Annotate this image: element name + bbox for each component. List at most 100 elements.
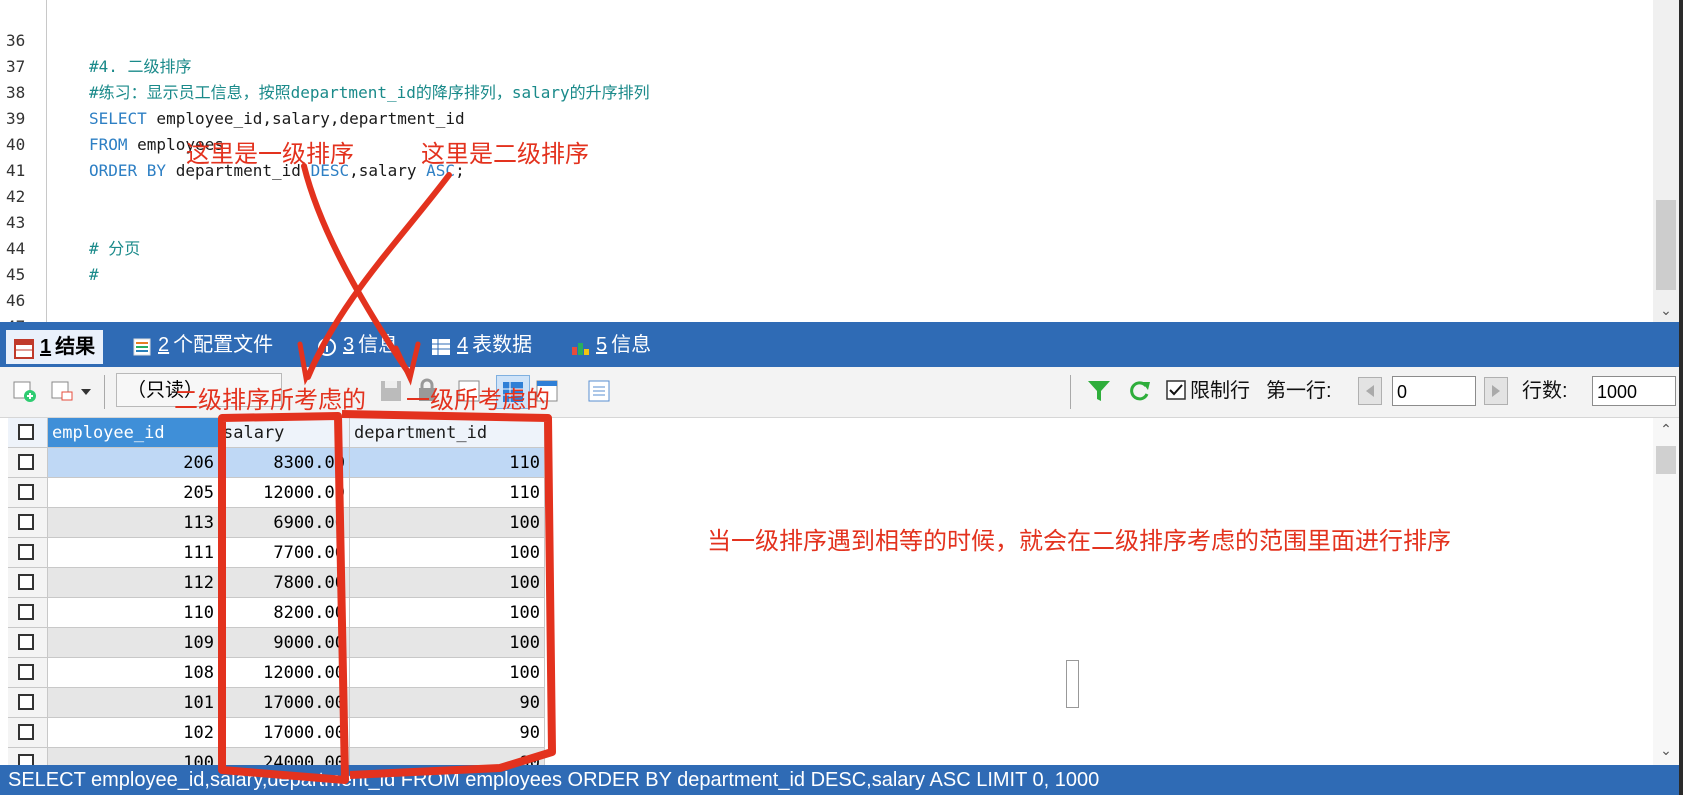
limit-rows-checkbox[interactable] bbox=[1166, 380, 1186, 400]
tab-results[interactable]: 1 结果 bbox=[6, 328, 104, 364]
grid-scrollbar[interactable]: ⌃ ⌄ bbox=[1653, 418, 1679, 765]
table-row[interactable]: 113 6900.00 100 bbox=[0, 508, 545, 538]
column-header-employee-id[interactable]: employee_id bbox=[48, 418, 219, 448]
row-checkbox[interactable] bbox=[18, 754, 34, 765]
code-line-45[interactable]: 45 bbox=[0, 236, 58, 284]
cell-salary[interactable]: 7700.00 bbox=[219, 538, 350, 568]
column-header-department-id[interactable]: department_id bbox=[350, 418, 545, 448]
list-view-icon[interactable] bbox=[586, 378, 612, 404]
cell-employee-id[interactable]: 110 bbox=[48, 598, 219, 628]
cell-employee-id[interactable]: 109 bbox=[48, 628, 219, 658]
code-line-38[interactable]: 38 SELECT employee_id,salary,department_… bbox=[0, 54, 465, 128]
row-checkbox-cell[interactable] bbox=[8, 448, 48, 478]
cell-department-id[interactable]: 90 bbox=[350, 688, 545, 718]
tab-table-data[interactable]: 4 表数据 bbox=[431, 328, 532, 362]
table-row[interactable]: 109 9000.00 100 bbox=[0, 628, 545, 658]
row-checkbox[interactable] bbox=[18, 514, 34, 530]
row-checkbox[interactable] bbox=[18, 724, 34, 740]
row-checkbox-cell[interactable] bbox=[8, 478, 48, 508]
code-line-41[interactable]: 41 bbox=[0, 132, 58, 180]
row-checkbox[interactable] bbox=[18, 544, 34, 560]
row-checkbox[interactable] bbox=[18, 574, 34, 590]
row-checkbox-cell[interactable] bbox=[8, 658, 48, 688]
row-checkbox[interactable] bbox=[18, 454, 34, 470]
cell-employee-id[interactable]: 112 bbox=[48, 568, 219, 598]
row-checkbox[interactable] bbox=[18, 484, 34, 500]
editor-scrollbar[interactable]: ⌄ bbox=[1653, 0, 1679, 322]
row-checkbox-cell[interactable] bbox=[8, 718, 48, 748]
select-all-checkbox[interactable] bbox=[18, 424, 34, 440]
first-row-input[interactable]: 0 bbox=[1392, 376, 1476, 406]
cell-employee-id[interactable]: 205 bbox=[48, 478, 219, 508]
cell-employee-id[interactable]: 206 bbox=[48, 448, 219, 478]
cell-employee-id[interactable]: 102 bbox=[48, 718, 219, 748]
row-checkbox-cell[interactable] bbox=[8, 598, 48, 628]
row-checkbox-cell[interactable] bbox=[8, 538, 48, 568]
chevron-down-icon[interactable]: ⌄ bbox=[1653, 743, 1679, 761]
row-checkbox-cell[interactable] bbox=[8, 628, 48, 658]
row-checkbox[interactable] bbox=[18, 634, 34, 650]
add-row-icon[interactable] bbox=[12, 378, 38, 404]
chevron-down-icon[interactable] bbox=[78, 378, 94, 404]
tab-info[interactable]: 3 信息 bbox=[317, 328, 398, 362]
cell-salary[interactable]: 8300.00 bbox=[219, 448, 350, 478]
cell-employee-id[interactable]: 108 bbox=[48, 658, 219, 688]
table-row[interactable]: 112 7800.00 100 bbox=[0, 568, 545, 598]
row-checkbox-cell[interactable] bbox=[8, 508, 48, 538]
delete-row-icon[interactable] bbox=[50, 378, 76, 404]
cell-employee-id[interactable]: 113 bbox=[48, 508, 219, 538]
cell-salary[interactable]: 24000.00 bbox=[219, 748, 350, 765]
cell-department-id[interactable]: 100 bbox=[350, 508, 545, 538]
code-line-39[interactable]: 39 FROM employees bbox=[0, 80, 224, 154]
grid-scroll-thumb[interactable] bbox=[1656, 446, 1676, 474]
next-page-icon[interactable] bbox=[1484, 377, 1508, 405]
row-checkbox-cell[interactable] bbox=[8, 688, 48, 718]
row-count-input[interactable]: 1000 bbox=[1592, 376, 1676, 406]
table-row[interactable]: 205 12000.00 110 bbox=[0, 478, 545, 508]
editor-scroll-thumb[interactable] bbox=[1656, 200, 1676, 290]
row-checkbox-cell[interactable] bbox=[8, 568, 48, 598]
chevron-down-icon[interactable]: ⌄ bbox=[1653, 302, 1679, 320]
code-line-42[interactable]: 42 bbox=[0, 158, 58, 206]
table-row[interactable]: 206 8300.00 110 bbox=[0, 448, 545, 478]
save-icon[interactable] bbox=[378, 378, 404, 404]
cell-department-id[interactable]: 100 bbox=[350, 658, 545, 688]
cell-salary[interactable]: 12000.00 bbox=[219, 478, 350, 508]
cell-salary[interactable]: 6900.00 bbox=[219, 508, 350, 538]
cell-department-id[interactable]: 110 bbox=[350, 448, 545, 478]
cell-department-id[interactable]: 110 bbox=[350, 478, 545, 508]
row-checkbox-cell[interactable] bbox=[8, 748, 48, 765]
cell-salary[interactable]: 7800.00 bbox=[219, 568, 350, 598]
select-all-cell[interactable] bbox=[8, 418, 48, 448]
row-checkbox[interactable] bbox=[18, 604, 34, 620]
table-row[interactable]: 110 8200.00 100 bbox=[0, 598, 545, 628]
tab-profiles[interactable]: 2 个配置文件 bbox=[132, 328, 273, 362]
table-row[interactable]: 111 7700.00 100 bbox=[0, 538, 545, 568]
code-line-40[interactable]: 40 ORDER BY department_id DESC,salary AS… bbox=[0, 106, 465, 180]
cell-department-id[interactable]: 100 bbox=[350, 568, 545, 598]
cell-department-id[interactable]: 100 bbox=[350, 538, 545, 568]
cell-employee-id[interactable]: 111 bbox=[48, 538, 219, 568]
table-row[interactable]: 102 17000.00 90 bbox=[0, 718, 545, 748]
cell-salary[interactable]: 17000.00 bbox=[219, 718, 350, 748]
table-row[interactable]: 108 12000.00 100 bbox=[0, 658, 545, 688]
cell-department-id[interactable]: 90 bbox=[350, 748, 545, 765]
chevron-up-icon[interactable]: ⌃ bbox=[1653, 422, 1679, 440]
table-row[interactable]: 100 24000.00 90 bbox=[0, 748, 545, 765]
code-line-43[interactable]: 43 # 分页 bbox=[0, 184, 140, 258]
cell-salary[interactable]: 17000.00 bbox=[219, 688, 350, 718]
cell-employee-id[interactable]: 101 bbox=[48, 688, 219, 718]
code-line-44[interactable]: 44 # bbox=[0, 210, 99, 284]
cell-employee-id[interactable]: 100 bbox=[48, 748, 219, 765]
cell-department-id[interactable]: 100 bbox=[350, 598, 545, 628]
code-line-46[interactable]: 46 bbox=[0, 262, 58, 310]
code-line-36[interactable]: 36 #4. 二级排序 bbox=[0, 2, 192, 76]
cell-department-id[interactable]: 100 bbox=[350, 628, 545, 658]
code-line-37[interactable]: 37 #练习：显示员工信息，按照department_id的降序排列，salar… bbox=[0, 28, 650, 102]
refresh-icon[interactable] bbox=[1126, 378, 1152, 404]
row-checkbox[interactable] bbox=[18, 694, 34, 710]
cell-salary[interactable]: 12000.00 bbox=[219, 658, 350, 688]
table-row[interactable]: 101 17000.00 90 bbox=[0, 688, 545, 718]
prev-page-icon[interactable] bbox=[1358, 377, 1382, 405]
tab-info-2[interactable]: 5 信息 bbox=[570, 328, 651, 362]
